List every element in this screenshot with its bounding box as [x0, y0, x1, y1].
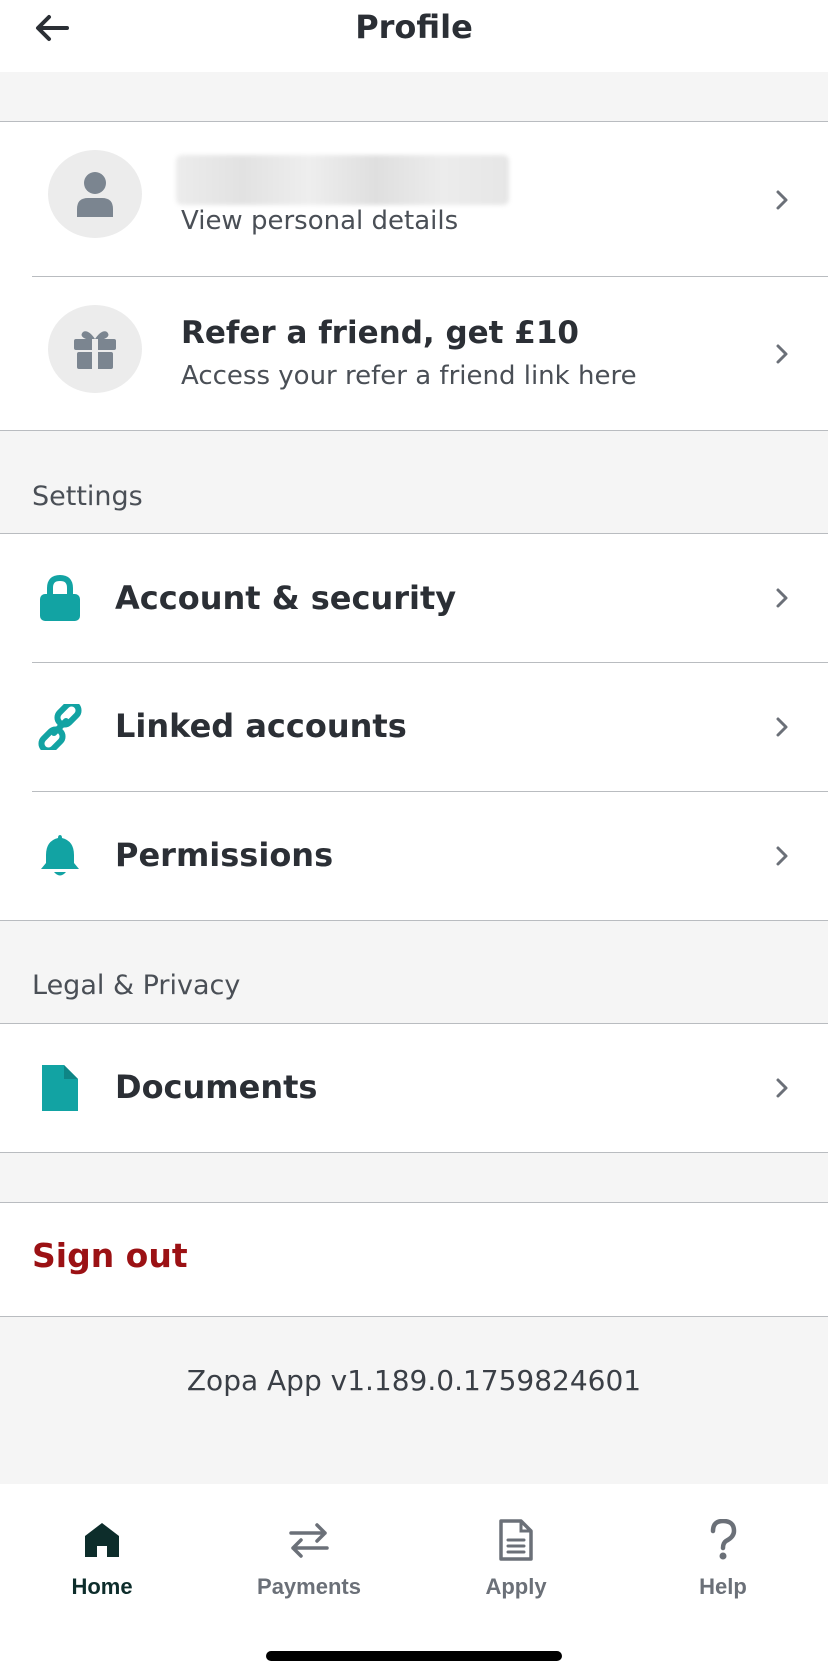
nav-apply[interactable]: Apply: [441, 1516, 591, 1616]
settings-section-label: Settings: [32, 481, 143, 512]
divider: [0, 920, 828, 921]
chevron-right-icon: [770, 340, 794, 368]
settings-item-account-security[interactable]: Account & security: [0, 534, 828, 662]
spacer: [0, 72, 828, 121]
refer-friend-subtitle: Access your refer a friend link here: [181, 361, 637, 391]
settings-item-label: Permissions: [115, 836, 334, 874]
divider: [0, 1152, 828, 1153]
home-icon: [78, 1516, 126, 1564]
refer-friend-title: Refer a friend, get £10: [181, 315, 579, 351]
legal-item-label: Documents: [115, 1068, 318, 1106]
chevron-right-icon: [770, 713, 794, 741]
chevron-right-icon: [770, 584, 794, 612]
transfer-arrows-icon: [285, 1516, 333, 1564]
settings-item-label: Account & security: [115, 579, 457, 617]
link-icon: [36, 703, 84, 751]
nav-home[interactable]: Home: [27, 1516, 177, 1616]
sign-out-button[interactable]: Sign out: [32, 1236, 188, 1275]
avatar: [48, 150, 142, 238]
chevron-right-icon: [770, 186, 794, 214]
settings-item-linked-accounts[interactable]: Linked accounts: [0, 663, 828, 791]
document-outline-icon: [492, 1516, 540, 1564]
divider: [0, 430, 828, 431]
nav-label: Help: [699, 1574, 747, 1599]
legal-item-documents[interactable]: Documents: [0, 1024, 828, 1152]
nav-label: Home: [71, 1574, 133, 1599]
document-icon: [36, 1064, 84, 1112]
nav-label: Apply: [485, 1574, 547, 1599]
profile-row[interactable]: View personal details: [0, 122, 828, 276]
profile-subtitle: View personal details: [181, 206, 459, 236]
profile-name-redacted: [176, 155, 509, 205]
nav-label: Payments: [257, 1574, 361, 1599]
nav-payments[interactable]: Payments: [234, 1516, 384, 1616]
settings-item-label: Linked accounts: [115, 707, 407, 745]
user-icon: [77, 172, 113, 217]
app-version: Zopa App v1.189.0.1759824601: [186, 1364, 642, 1397]
divider: [0, 1316, 828, 1317]
legal-section-label: Legal & Privacy: [32, 970, 241, 1001]
refer-friend-row[interactable]: Refer a friend, get £10 Access your refe…: [0, 277, 828, 430]
gift-icon: [74, 331, 116, 369]
settings-item-permissions[interactable]: Permissions: [0, 792, 828, 920]
bell-icon: [36, 832, 84, 880]
chevron-right-icon: [770, 842, 794, 870]
question-mark-icon: [699, 1516, 747, 1564]
home-indicator[interactable]: [266, 1651, 562, 1661]
nav-help[interactable]: Help: [648, 1516, 798, 1616]
gift-icon-circle: [48, 305, 142, 393]
chevron-right-icon: [770, 1074, 794, 1102]
top-bar: Profile: [0, 0, 828, 72]
page-title: Profile: [355, 8, 473, 46]
lock-icon: [36, 574, 84, 622]
